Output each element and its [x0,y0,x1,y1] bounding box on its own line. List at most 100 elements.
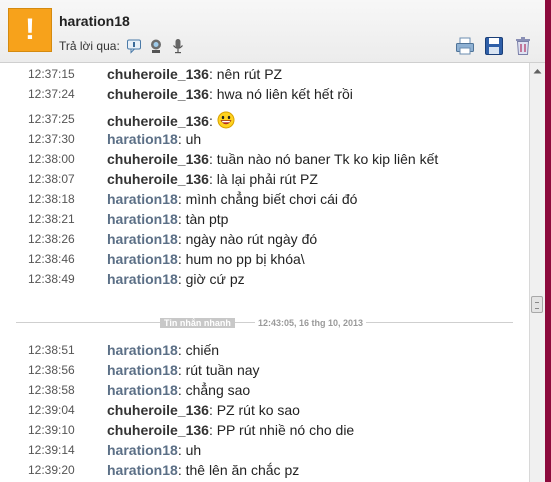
im-message-icon[interactable] [126,38,142,54]
message-row: 12:39:04 chuheroile_136: PZ rút ko sao [0,400,529,420]
message-time: 12:38:00 [28,152,75,166]
message-line: haration18: ngày nào rút ngày đó [107,231,317,247]
message-text: chẳng sao [181,382,251,398]
message-row: 12:38:49 haration18: giờ cứ pz [0,269,529,289]
message-row: 12:37:25 chuheroile_136: [0,109,529,129]
message-row: 12:38:07 chuheroile_136: là lại phải rút … [0,169,529,189]
message-time: 12:38:51 [28,343,75,357]
message-row: 12:37:30 haration18: uh [0,129,529,149]
message-line: haration18: hum no pp bị khóa\ [107,251,305,267]
message-time: 12:37:30 [28,132,75,146]
message-sender[interactable]: chuheroile_136 [107,113,209,129]
toolbar [455,36,533,56]
message-time: 12:37:25 [28,112,75,126]
message-text: tuần nào nó baner Tk ko kip liên kết [212,151,439,167]
message-text: rút tuần nay [181,362,260,378]
message-sender[interactable]: chuheroile_136 [107,86,209,102]
message-line: haration18: rút tuần nay [107,362,260,378]
message-line: chuheroile_136: PZ rút ko sao [107,402,300,418]
message-sender[interactable]: chuheroile_136 [107,402,209,418]
message-text: ngày nào rút ngày đó [181,231,318,247]
message-sender[interactable]: haration18 [107,442,178,458]
message-sender[interactable]: haration18 [107,362,178,378]
message-sender[interactable]: haration18 [107,462,178,478]
message-sender[interactable]: haration18 [107,231,178,247]
microphone-icon[interactable] [170,38,186,54]
message-row: 12:38:56 haration18: rút tuần nay [0,360,529,380]
message-row: 12:38:18 haration18: mình chẳng biết chơi… [0,189,529,209]
message-line: haration18: uh [107,442,201,458]
message-sender[interactable]: haration18 [107,211,178,227]
message-row: 12:37:24 chuheroile_136: hwa nó liên kết … [0,84,529,104]
message-row: 12:38:58 haration18: chẳng sao [0,380,529,400]
message-time: 12:39:14 [28,443,75,457]
message-line: haration18: thê lên ăn chắc pz [107,462,299,478]
message-row: 12:37:15 chuheroile_136: nên rút PZ [0,64,529,84]
window-edge [545,0,551,482]
vertical-scrollbar[interactable] [529,63,545,482]
message-text: chiến [181,342,220,358]
message-sender[interactable]: chuheroile_136 [107,151,209,167]
message-text: hum no pp bị khóa\ [181,251,305,267]
print-icon[interactable] [455,36,475,56]
reply-via-label: Trả lời qua: [59,39,120,53]
message-text: uh [181,442,202,458]
message-time: 12:39:10 [28,423,75,437]
message-text: thê lên ăn chắc pz [181,462,300,478]
message-line: haration18: tàn ptp [107,211,228,227]
message-time: 12:38:18 [28,192,75,206]
message-sender[interactable]: haration18 [107,251,178,267]
message-text: nên rút PZ [212,66,283,82]
message-sender[interactable]: haration18 [107,382,178,398]
message-time: 12:38:58 [28,383,75,397]
message-text: PZ rút ko sao [212,402,300,418]
message-line: chuheroile_136: là lại phải rút PZ [107,171,318,187]
message-time: 12:38:46 [28,252,75,266]
message-sender[interactable]: haration18 [107,342,178,358]
message-sender[interactable]: chuheroile_136 [107,171,209,187]
message-line: haration18: giờ cứ pz [107,271,245,287]
avatar[interactable]: ! [8,8,52,52]
message-time: 12:38:49 [28,272,75,286]
message-text: hwa nó liên kết hết rồi [212,86,353,102]
message-history[interactable]: 12:37:15 chuheroile_136: nên rút PZ 12:37:… [0,63,529,482]
message-row: 12:39:20 haration18: thê lên ăn chắc pz [0,460,529,480]
message-row: 12:38:46 haration18: hum no pp bị khóa\ [0,249,529,269]
divider-timestamp: 12:43:05, 16 thg 10, 2013 [255,318,367,328]
message-time: 12:38:07 [28,172,75,186]
conversation-header: ! haration18 Trả lời qua: [0,0,551,63]
message-row: 12:38:00 chuheroile_136: tuần nào nó bane… [0,149,529,169]
message-sender[interactable]: chuheroile_136 [107,422,209,438]
message-line: haration18: mình chẳng biết chơi cái đó [107,191,357,207]
message-row: 12:39:10 chuheroile_136: PP rút nhiề nó c… [0,420,529,440]
message-row: 12:39:14 haration18: uh [0,440,529,460]
message-line: chuheroile_136: hwa nó liên kết hết rồi [107,86,353,102]
message-text: mình chẳng biết chơi cái đó [181,191,358,207]
message-sender[interactable]: haration18 [107,131,178,147]
message-line: chuheroile_136: PP rút nhiề nó cho die [107,422,354,438]
message-row: 12:38:21 haration18: tàn ptp [0,209,529,229]
webcam-icon[interactable] [148,38,164,54]
delete-icon[interactable] [513,36,533,56]
save-icon[interactable] [484,36,504,56]
message-time: 12:37:24 [28,87,75,101]
message-time: 12:39:20 [28,463,75,477]
message-sender[interactable]: chuheroile_136 [107,66,209,82]
message-time: 12:37:15 [28,67,75,81]
reply-via-row: Trả lời qua: [59,38,186,54]
message-text: PP rút nhiề nó cho die [212,422,355,438]
message-sender[interactable]: haration18 [107,191,178,207]
message-time: 12:38:26 [28,232,75,246]
message-line: chuheroile_136: nên rút PZ [107,66,282,82]
message-line: haration18: uh [107,131,201,147]
scroll-thumb[interactable] [531,296,543,313]
message-sender[interactable]: haration18 [107,271,178,287]
contact-name: haration18 [59,13,130,29]
message-time: 12:38:56 [28,363,75,377]
scroll-up-icon[interactable] [530,63,545,79]
message-row: 12:38:51 haration18: chiến [0,340,529,360]
message-line: haration18: chiến [107,342,219,358]
message-text: tàn ptp [181,211,229,227]
message-line: chuheroile_136: tuần nào nó baner Tk ko … [107,151,438,167]
message-text: uh [181,131,202,147]
